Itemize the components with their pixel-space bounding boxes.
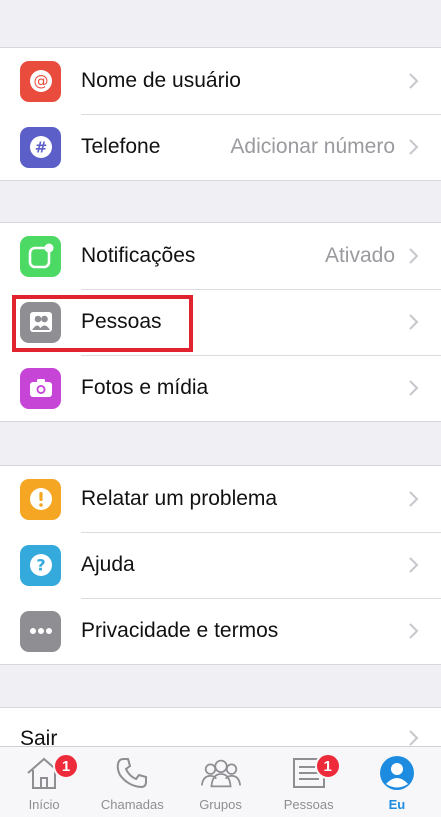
tab-bar: 1 Início Chamadas Grupos 1 Pessoas Eu [0, 746, 441, 817]
row-phone[interactable]: # Telefone Adicionar número [0, 114, 441, 180]
svg-text:#: # [34, 139, 47, 157]
tab-groups-label: Grupos [199, 797, 242, 812]
row-privacy-terms[interactable]: Privacidade e termos [0, 598, 441, 664]
row-phone-value: Adicionar número [230, 135, 395, 158]
profile-icon [375, 753, 419, 793]
notification-badge: 1 [314, 753, 341, 779]
row-notifications-label: Notificações [81, 244, 196, 267]
tab-people[interactable]: 1 Pessoas [265, 747, 353, 817]
tab-people-label: Pessoas [283, 797, 334, 812]
phone-icon [110, 753, 154, 793]
row-people[interactable]: Pessoas [0, 289, 441, 355]
chevron-right-icon [409, 730, 419, 746]
account-group: @ Nome de usuário # Telefone Adicionar n… [0, 47, 441, 181]
tab-groups[interactable]: Grupos [176, 747, 264, 817]
tab-me[interactable]: Eu [353, 747, 441, 817]
chevron-right-icon [409, 73, 419, 89]
tab-calls[interactable]: Chamadas [88, 747, 176, 817]
svg-text:@: @ [33, 72, 48, 90]
chevron-right-icon [409, 139, 419, 155]
chevron-right-icon [409, 380, 419, 396]
tab-me-label: Eu [388, 797, 406, 812]
tab-home-label: Início [28, 797, 60, 812]
people-icon [20, 301, 61, 343]
chevron-right-icon [409, 491, 419, 507]
row-privacy-terms-label: Privacidade e termos [81, 619, 279, 642]
svg-text:?: ? [36, 556, 45, 575]
support-group: Relatar um problema ? Ajuda Privacidade … [0, 465, 441, 665]
groups-icon [199, 753, 243, 793]
camera-icon [20, 367, 61, 409]
row-photos-media-label: Fotos e mídia [81, 376, 209, 399]
row-photos-media[interactable]: Fotos e mídia [0, 355, 441, 421]
row-help-label: Ajuda [81, 553, 135, 576]
settings-group: Notificações Ativado Pessoas Fotos e míd… [0, 222, 441, 422]
hash-icon: # [20, 126, 61, 168]
row-people-label: Pessoas [81, 310, 162, 333]
chevron-right-icon [409, 248, 419, 264]
row-phone-label: Telefone [81, 135, 161, 158]
settings-screen: @ Nome de usuário # Telefone Adicionar n… [0, 0, 441, 817]
row-notifications-value: Ativado [324, 244, 395, 267]
row-username-label: Nome de usuário [81, 69, 241, 92]
chevron-right-icon [409, 557, 419, 573]
exclamation-icon [20, 478, 61, 520]
row-report-problem[interactable]: Relatar um problema [0, 466, 441, 532]
question-icon: ? [20, 544, 61, 586]
at-sign-icon: @ [20, 60, 61, 102]
notification-icon [20, 235, 61, 277]
row-report-problem-label: Relatar um problema [81, 487, 278, 510]
tab-home[interactable]: 1 Início [0, 747, 88, 817]
tab-calls-label: Chamadas [100, 797, 164, 812]
row-notifications[interactable]: Notificações Ativado [0, 223, 441, 289]
notification-badge: 1 [53, 753, 79, 779]
row-username[interactable]: @ Nome de usuário [0, 48, 441, 114]
row-help[interactable]: ? Ajuda [0, 532, 441, 598]
chevron-right-icon [409, 623, 419, 639]
chevron-right-icon [409, 314, 419, 330]
more-dots-icon [20, 610, 61, 652]
